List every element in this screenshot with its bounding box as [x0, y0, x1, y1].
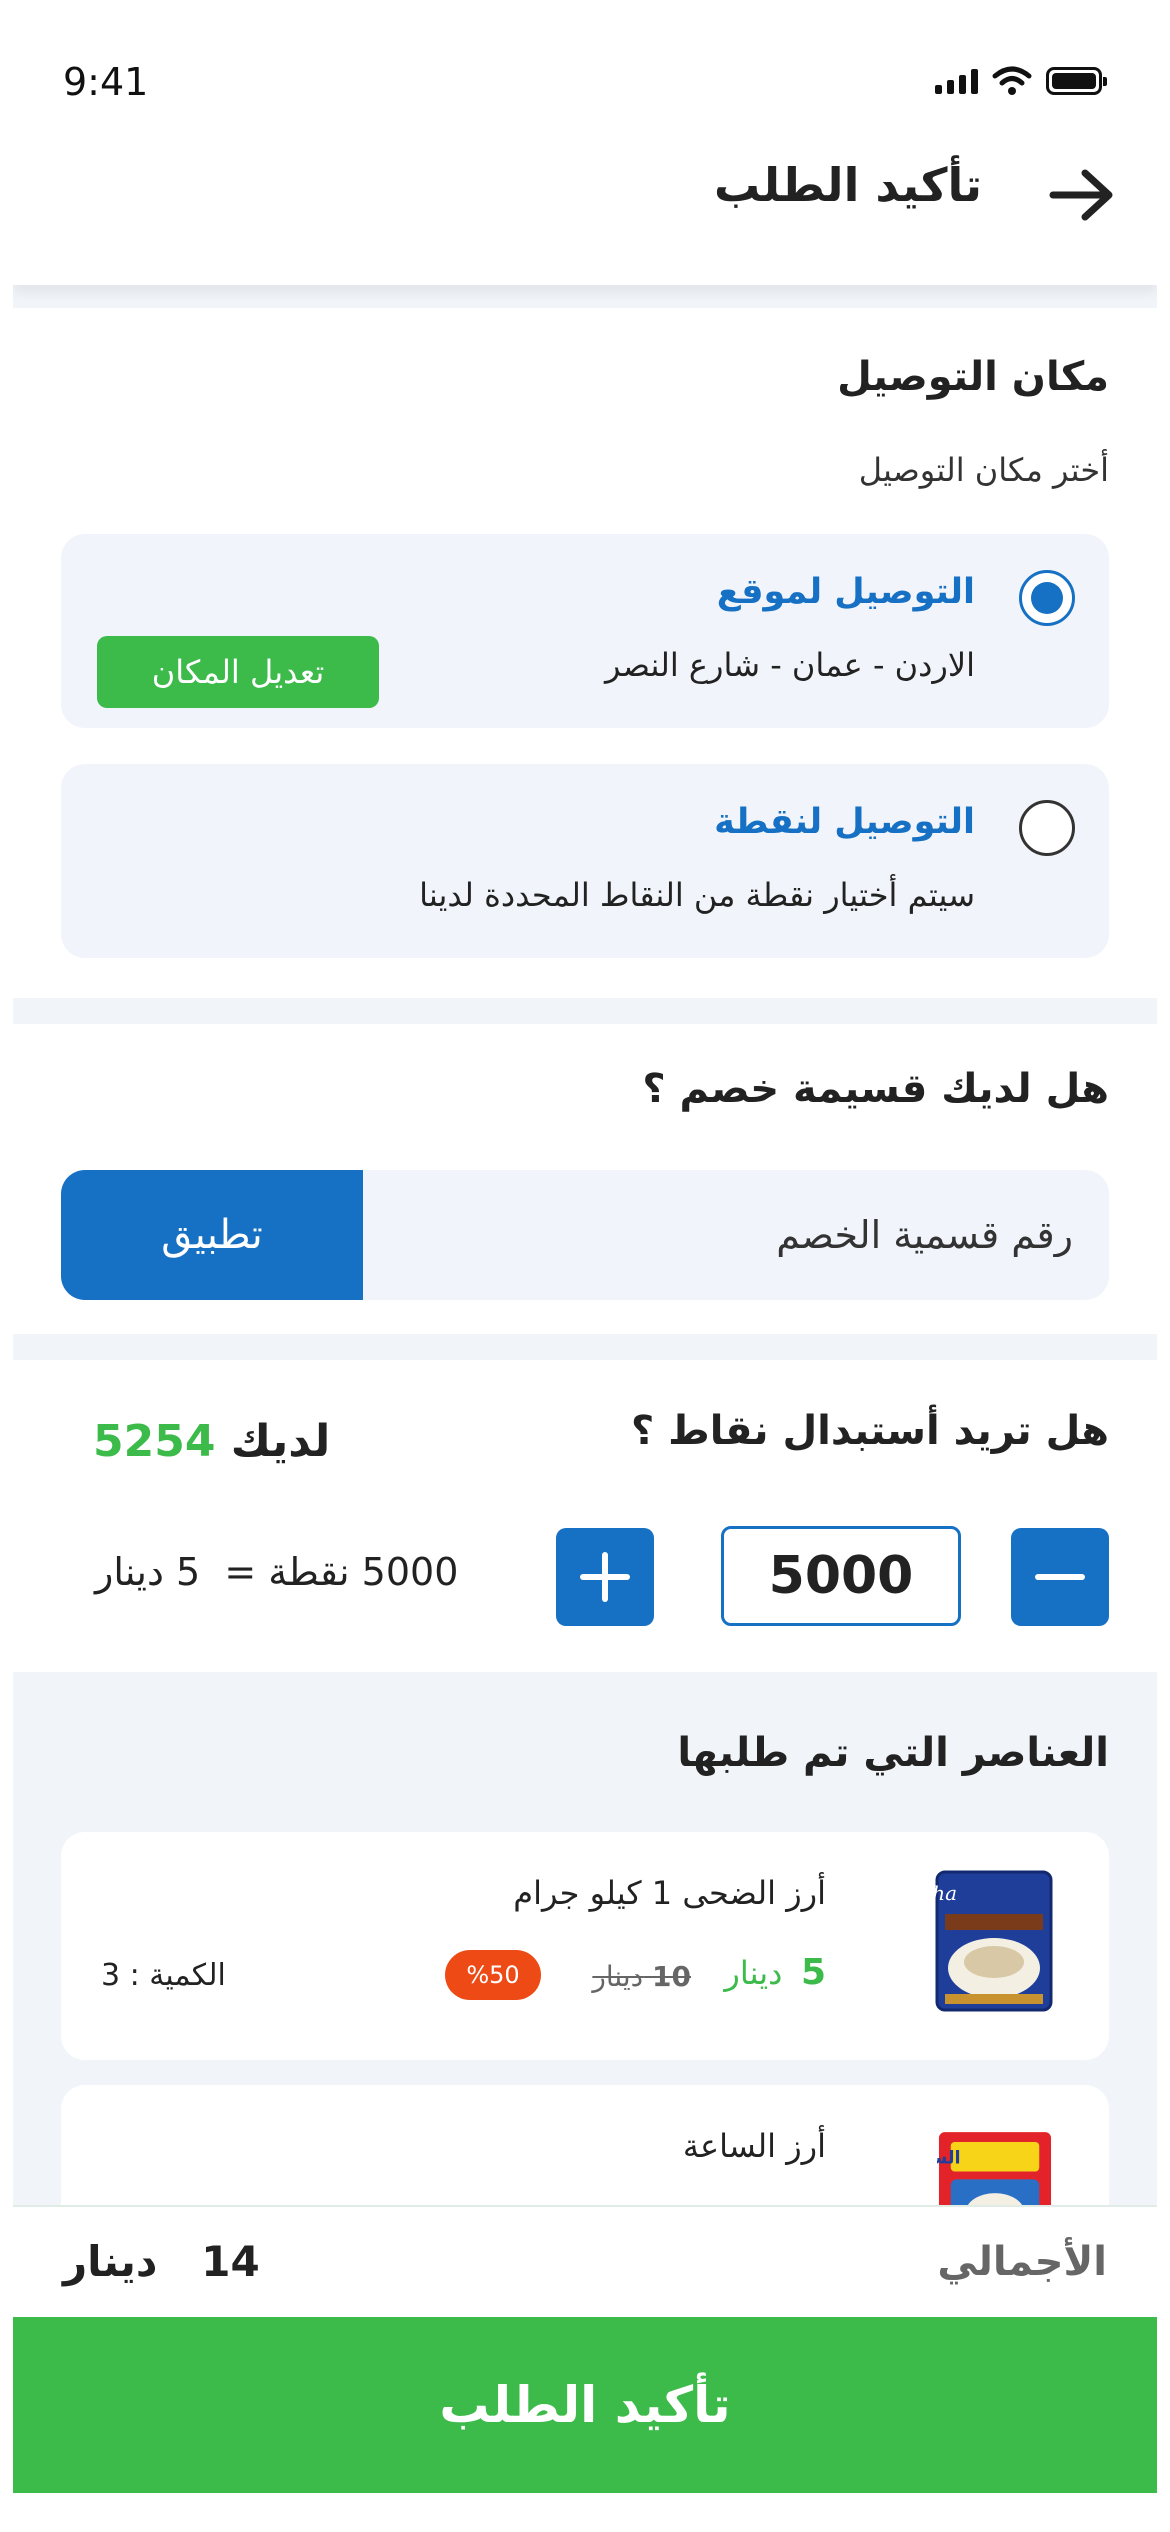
discount-badge: %50	[445, 1950, 541, 2000]
items-title: العناصر التي تم طلبها	[677, 1730, 1109, 1776]
wifi-icon	[992, 66, 1032, 95]
option-desc: سيتم أختيار نقطة من النقاط المحددة لدينا	[419, 876, 975, 914]
phone-screen: 9:41 تأكيد الطلب مكان التوصيل أختر مكان …	[13, 0, 1157, 2532]
delivery-option-point[interactable]: التوصيل لنقطة سيتم أختيار نقطة من النقاط…	[61, 764, 1109, 958]
delivery-title: مكان التوصيل	[837, 354, 1109, 400]
item-name: أرز الضحى 1 كيلو جرام	[513, 1874, 826, 1912]
order-item[interactable]: Al Duha أرز الضحى 1 كيلو جرام 5 دينار 10…	[61, 1832, 1109, 2060]
points-balance: لديك 5254	[93, 1416, 330, 1467]
item-old-price-value: 10	[652, 1960, 691, 1993]
svg-text:Al Duha: Al Duha	[935, 1881, 957, 1905]
item-price: 5 دينار	[724, 1952, 826, 1993]
minus-icon	[1035, 1574, 1085, 1580]
points-title: هل تريد أستبدال نقاط ؟	[631, 1408, 1109, 1454]
points-equation: 5000 نقطة = 5 دينار	[95, 1550, 459, 1594]
minus-button[interactable]	[1011, 1528, 1109, 1626]
option-desc: الاردن - عمان - شارع النصر	[605, 646, 975, 684]
radio-selected[interactable]	[1019, 570, 1075, 626]
points-have-value: 5254	[93, 1416, 216, 1467]
total-label: الأجمالي	[937, 2239, 1107, 2285]
status-time: 9:41	[63, 60, 149, 104]
coupon-field: تطبيق	[61, 1170, 1109, 1300]
total-amount: 14	[201, 2237, 260, 2286]
plus-button[interactable]	[556, 1528, 654, 1626]
delivery-section: مكان التوصيل أختر مكان التوصيل التوصيل ل…	[13, 308, 1157, 998]
item-old-price: 10 دينار	[592, 1960, 691, 1993]
item-quantity: الكمية : 3	[101, 1958, 226, 1993]
home-indicator-area	[13, 2493, 1157, 2532]
total-bar: الأجمالي 14 دينار	[13, 2205, 1157, 2317]
delivery-subtitle: أختر مكان التوصيل	[858, 451, 1109, 489]
points-quantity[interactable]: 5000	[721, 1526, 961, 1626]
total-currency: دينار	[63, 2237, 158, 2286]
confirm-order-button[interactable]: تأكيد الطلب	[13, 2317, 1157, 2493]
apply-coupon-button[interactable]: تطبيق	[61, 1170, 363, 1300]
points-have-label: لديك	[230, 1416, 331, 1467]
option-title: التوصيل لنقطة	[714, 802, 975, 842]
points-section: هل تريد أستبدال نقاط ؟ لديك 5254 5000 50…	[13, 1360, 1157, 1672]
delivery-option-location[interactable]: التوصيل لموقع الاردن - عمان - شارع النصر…	[61, 534, 1109, 728]
item-name: أرز الساعة	[682, 2127, 826, 2165]
battery-icon	[1046, 67, 1107, 95]
plus-icon	[602, 1552, 608, 1602]
coupon-title: هل لديك قسيمة خصم ؟	[642, 1066, 1109, 1112]
item-old-price-currency: دينار	[592, 1960, 644, 1993]
item-price-value: 5	[800, 1952, 826, 1993]
total-value: 14 دينار	[63, 2237, 260, 2286]
coupon-section: هل لديك قسيمة خصم ؟ تطبيق	[13, 1024, 1157, 1334]
coupon-input[interactable]	[363, 1170, 1109, 1300]
svg-text:الساعة: الساعة	[937, 2149, 961, 2169]
edit-location-button[interactable]: تعديل المكان	[97, 636, 379, 708]
signal-icon	[935, 68, 978, 94]
item-price-currency: دينار	[724, 1954, 783, 1992]
radio-unselected[interactable]	[1019, 800, 1075, 856]
status-icons	[935, 66, 1107, 96]
product-image-rice: Al Duha	[935, 1870, 1053, 2012]
page-title: تأكيد الطلب	[714, 158, 982, 212]
back-arrow-icon[interactable]	[1047, 165, 1117, 225]
top-bar: 9:41 تأكيد الطلب	[13, 0, 1157, 285]
option-title: التوصيل لموقع	[716, 572, 975, 612]
